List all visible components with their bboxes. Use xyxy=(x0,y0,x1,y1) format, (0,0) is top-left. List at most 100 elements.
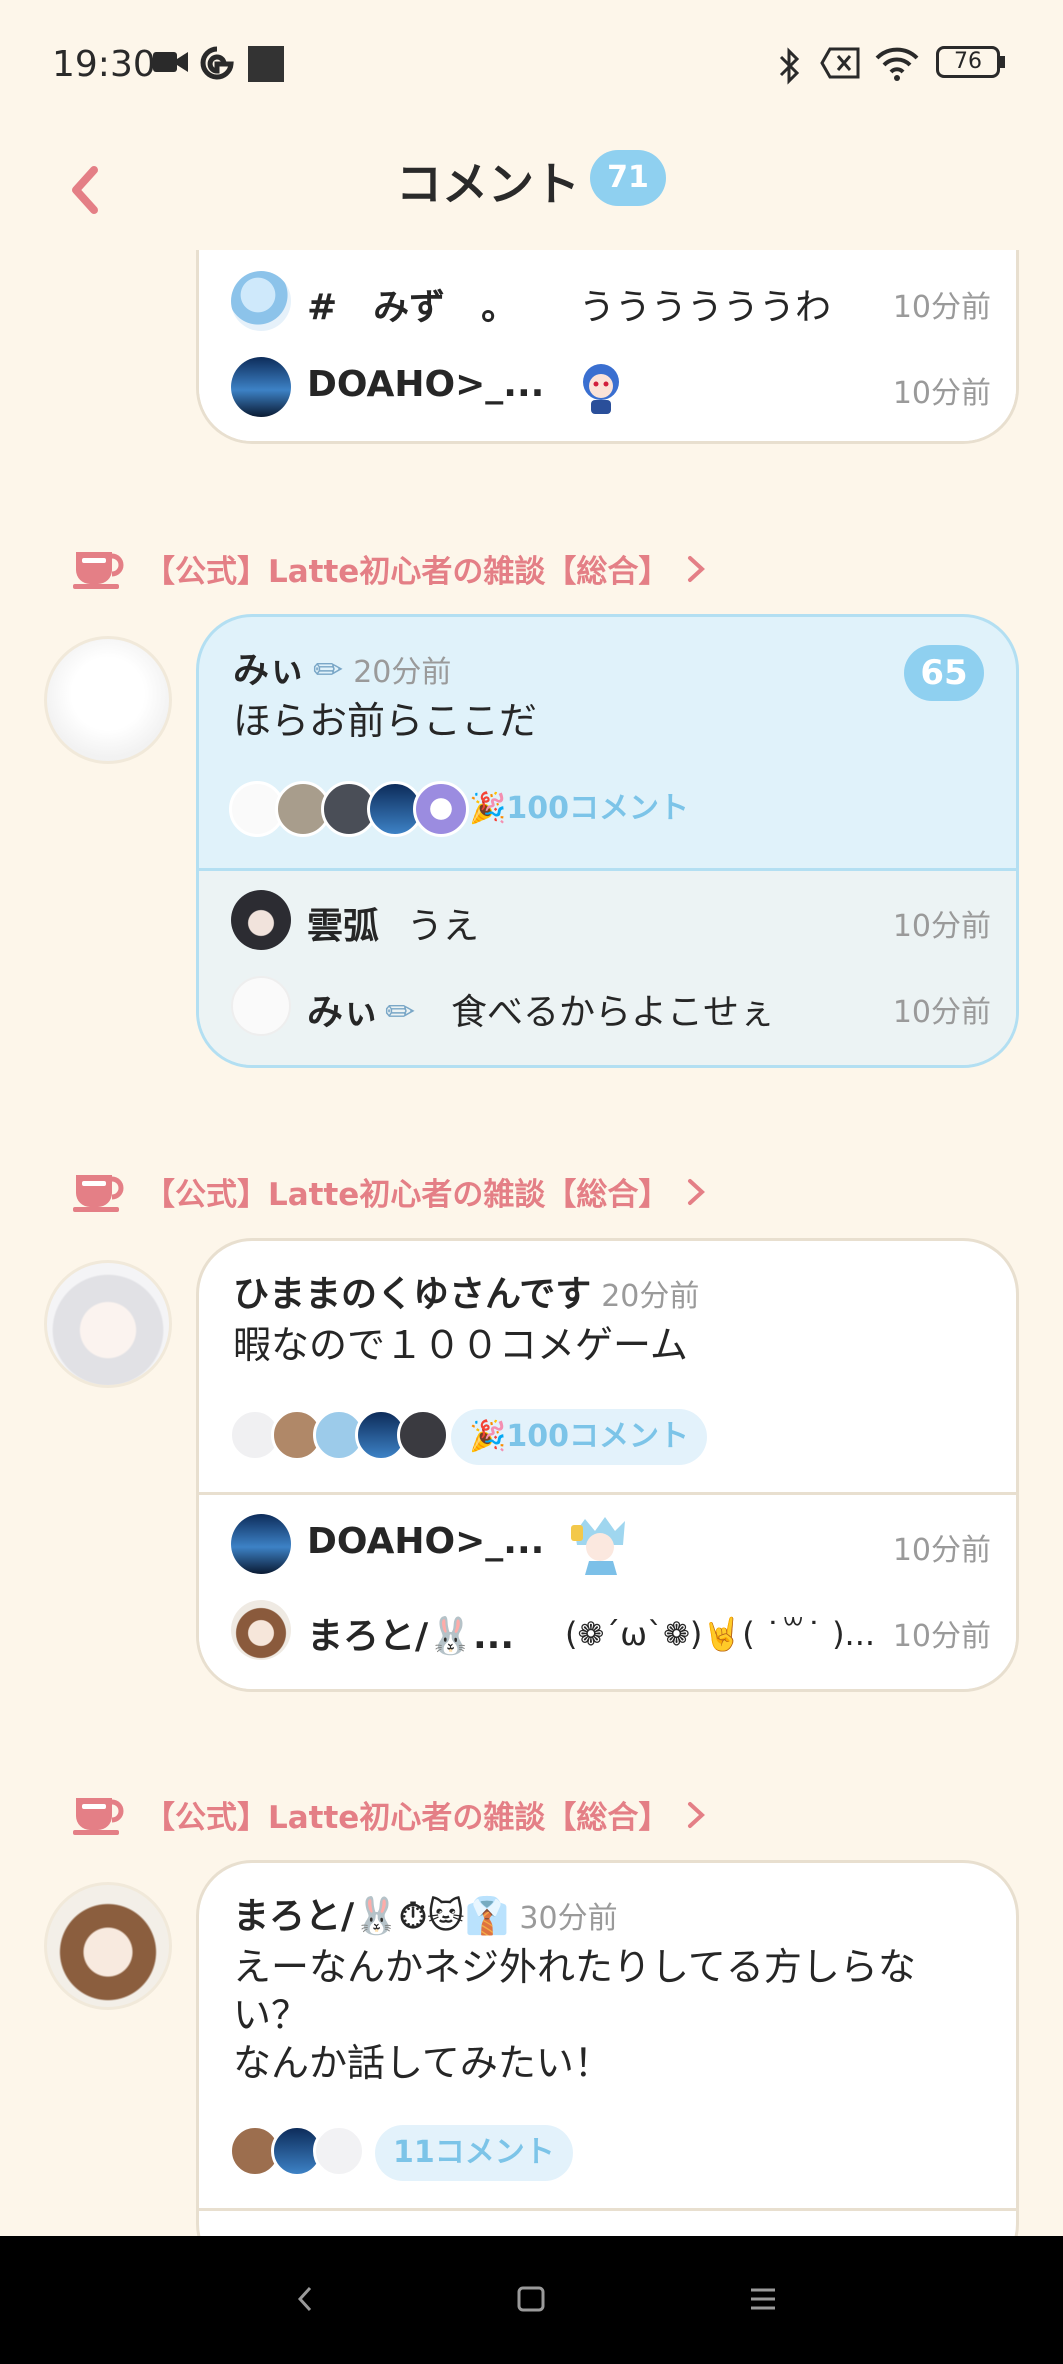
reply-text: ううううううわ xyxy=(579,287,832,328)
reply-text: 食べるからよこせぇ xyxy=(451,992,776,1033)
author-name: まろと/🐰⏱🐱👔 30分前 xyxy=(233,1887,618,1939)
bluetooth-icon xyxy=(779,47,800,85)
post-body-line: なんか話してみたい！ xyxy=(233,2041,612,2085)
status-time: 19:30 xyxy=(52,44,156,85)
post-body-line: い？ xyxy=(233,1993,310,2037)
coffee-cup-icon xyxy=(73,552,124,589)
thread-post[interactable]: みぃ ✏ 20分前 65 ほらお前らここだ 🎉100コメント xyxy=(199,617,1016,871)
status-bar: 19:30 76 xyxy=(0,0,1063,130)
group-link[interactable]: 【公式】Latte初心者の雑談【総合】 xyxy=(72,542,772,602)
reply-name: DOAHO>_... xyxy=(307,1521,545,1562)
author-name: みぃ ✏ 20分前 xyxy=(233,641,451,693)
thread-card[interactable]: まろと/🐰⏱🐱👔 30分前 えーなんかネジ外れたりしてる方しらな い？ なんか話し… xyxy=(196,1860,1019,2236)
group-name: 【公式】Latte初心者の雑談【総合】 xyxy=(144,1177,670,1213)
thread-card[interactable]: # みず 。 ううううううわ 10分前 DOAHO>_... 10分前 xyxy=(196,250,1019,444)
comment-count-pill[interactable]: 🎉100コメント xyxy=(451,781,707,837)
chevron-right-icon xyxy=(688,1179,705,1205)
reply-row[interactable]: # みず 。 ううううううわ 10分前 xyxy=(231,266,991,336)
reply-name: 雲弧 xyxy=(307,906,380,947)
battery-icon: 76 xyxy=(936,46,1000,78)
reply-avatar[interactable] xyxy=(231,976,291,1036)
coffee-cup-icon xyxy=(73,1798,124,1835)
back-chevron-icon[interactable] xyxy=(62,150,122,230)
chevron-right-icon xyxy=(688,1802,705,1828)
comment-count-pill[interactable]: 11コメント xyxy=(375,2125,573,2181)
reply-list: DOAHO>_... 10分前 まろと/🐰... (❁´ω`❁)🤘( ˙꒳​˙ … xyxy=(199,1495,1016,1689)
thread-card[interactable]: みぃ ✏ 20分前 65 ほらお前らここだ 🎉100コメント 雲弧 うえ 10分前 … xyxy=(196,614,1019,1068)
chevron-right-icon xyxy=(688,556,705,582)
reply-name: # みず 。 xyxy=(307,287,518,328)
reply-avatar[interactable] xyxy=(231,1600,291,1660)
sticker-image xyxy=(583,364,619,414)
edge-icon xyxy=(200,46,234,80)
reply-text: (❁´ω`❁)🤘( ˙꒳​˙ )... xyxy=(565,1615,876,1653)
reply-time: 10分前 xyxy=(892,1533,991,1568)
author-avatar[interactable] xyxy=(44,1882,172,2010)
reply-time: 10分前 xyxy=(892,995,991,1030)
participant-avatars xyxy=(229,1409,449,1461)
reply-list: # みず 。 ううううううわ 10分前 DOAHO>_... 10分前 xyxy=(199,250,1016,441)
sticker-image xyxy=(571,1517,625,1575)
battery-tip xyxy=(1000,56,1005,68)
nav-back-icon[interactable] xyxy=(290,2274,320,2324)
reply-name-text: みぃ xyxy=(307,992,380,1033)
reply-time: 10分前 xyxy=(892,1619,991,1654)
sim-none-icon xyxy=(820,47,860,79)
thread-card[interactable]: ひままのくゆさんです 20分前 暇なので１００コメゲーム 🎉100コメント DOA… xyxy=(196,1238,1019,1692)
comment-count-pill[interactable]: 🎉100コメント xyxy=(451,1409,707,1465)
reply-name: DOAHO>_... xyxy=(307,364,545,405)
app-header: コメント 71 xyxy=(0,130,1063,250)
reply-row[interactable]: みぃ ✏ 食べるからよこせぇ 10分前 xyxy=(231,971,991,1041)
author-name: ひままのくゆさんです 20分前 xyxy=(233,1265,699,1317)
group-link[interactable]: 【公式】Latte初心者の雑談【総合】 xyxy=(72,1788,772,1848)
nav-home-icon[interactable] xyxy=(516,2274,546,2324)
battery-level: 76 xyxy=(954,49,982,74)
pencil-icon: ✏ xyxy=(313,650,344,691)
post-body: えーなんかネジ外れたりしてる方しらな い？ なんか話してみたい！ xyxy=(233,1943,953,2087)
reply-avatar[interactable] xyxy=(231,357,291,417)
coffee-cup-icon xyxy=(73,1175,124,1212)
author-avatar[interactable] xyxy=(44,1260,172,1388)
post-body-line: えーなんかネジ外れたりしてる方しらな xyxy=(233,1945,916,1989)
video-icon xyxy=(153,52,188,72)
reply-name: まろと/🐰... xyxy=(307,1616,515,1657)
reply-count-badge: 65 xyxy=(904,645,984,701)
page-title: コメント xyxy=(396,157,580,211)
system-nav-bar xyxy=(0,2236,1063,2364)
reply-row[interactable]: DOAHO>_... 10分前 xyxy=(231,1509,991,1579)
reply-text: うえ xyxy=(407,906,480,947)
group-link[interactable]: 【公式】Latte初心者の雑談【総合】 xyxy=(72,1165,772,1225)
author-name-text: ひままのくゆさんです xyxy=(233,1274,592,1315)
group-name: 【公式】Latte初心者の雑談【総合】 xyxy=(144,1800,670,1836)
app-square-icon xyxy=(248,46,284,82)
reply-row[interactable]: DOAHO>_... 10分前 xyxy=(231,352,991,422)
reply-time: 10分前 xyxy=(892,909,991,944)
reply-row[interactable]: 雲弧 うえ 10分前 xyxy=(231,885,991,955)
wifi-icon xyxy=(875,47,919,81)
reply-row[interactable]: まろと/🐰... (❁´ω`❁)🤘( ˙꒳​˙ )... 10分前 xyxy=(231,1595,991,1665)
comment-count-badge: 71 xyxy=(590,150,666,206)
author-avatar[interactable] xyxy=(44,636,172,764)
post-time: 20分前 xyxy=(601,1279,700,1314)
author-name-text: まろと/🐰⏱🐱👔 xyxy=(233,1896,510,1937)
post-body: 暇なので１００コメゲーム xyxy=(233,1323,688,1367)
reply-time: 10分前 xyxy=(892,376,991,411)
post-body: ほらお前らここだ xyxy=(233,699,538,743)
reply-avatar[interactable] xyxy=(231,1514,291,1574)
group-name: 【公式】Latte初心者の雑談【総合】 xyxy=(144,554,670,590)
reply-avatar[interactable] xyxy=(231,271,291,331)
reply-list: 雲弧 うえ 10分前 みぃ ✏ 食べるからよこせぇ 10分前 xyxy=(199,871,1016,1065)
post-time: 30分前 xyxy=(519,1901,618,1936)
thread-post[interactable]: ひままのくゆさんです 20分前 暇なので１００コメゲーム 🎉100コメント xyxy=(199,1241,1016,1495)
participant-avatar xyxy=(313,2125,365,2177)
reply-time: 10分前 xyxy=(892,290,991,325)
reply-avatar[interactable] xyxy=(231,890,291,950)
pencil-icon: ✏ xyxy=(385,992,416,1033)
participant-avatars xyxy=(229,781,469,837)
author-name-text: みぃ xyxy=(233,650,306,691)
post-time: 20分前 xyxy=(353,655,452,690)
thread-post[interactable]: まろと/🐰⏱🐱👔 30分前 えーなんかネジ外れたりしてる方しらな い？ なんか話し… xyxy=(199,1863,1016,2211)
nav-menu-icon[interactable] xyxy=(748,2274,778,2324)
comment-feed[interactable]: # みず 。 ううううううわ 10分前 DOAHO>_... 10分前 【公式】… xyxy=(0,250,1063,2236)
participant-avatar xyxy=(397,1409,449,1461)
